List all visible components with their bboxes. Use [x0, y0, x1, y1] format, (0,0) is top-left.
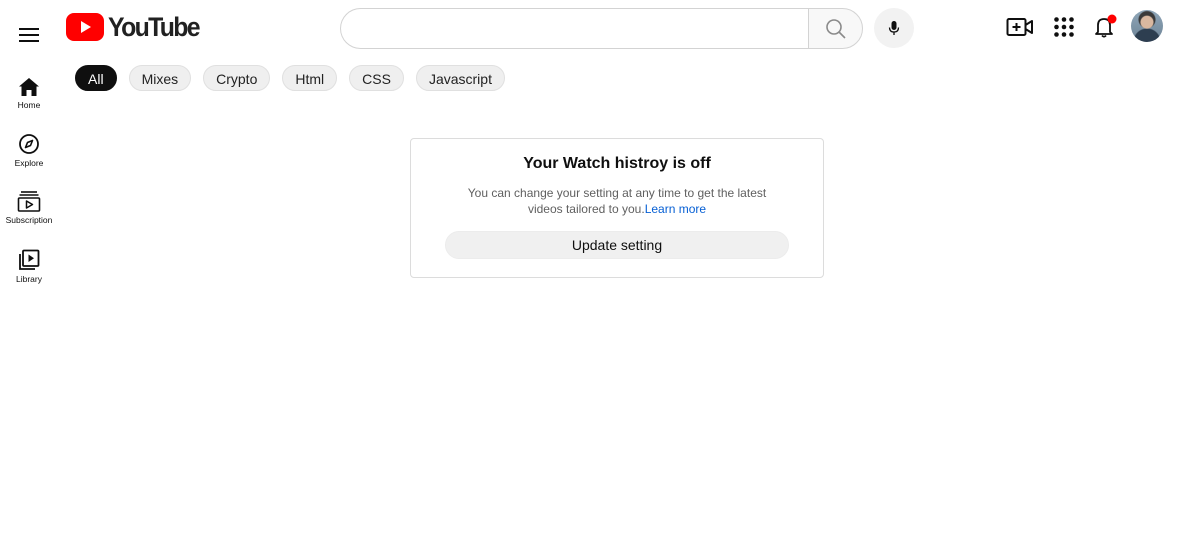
chip-crypto[interactable]: Crypto — [203, 65, 271, 91]
home-icon — [19, 78, 39, 96]
microphone-icon — [888, 21, 900, 35]
apps-button[interactable] — [1048, 12, 1080, 42]
card-title: Your Watch histroy is off — [523, 155, 711, 172]
watch-history-off-card: Your Watch histroy is off You can change… — [410, 138, 824, 278]
chip-html[interactable]: Html — [282, 65, 338, 91]
create-video-button[interactable] — [1004, 12, 1036, 42]
learn-more-link[interactable]: Learn more — [645, 202, 706, 216]
update-setting-button[interactable]: Update setting — [445, 231, 789, 259]
card-description-text: You can change your setting at any time … — [467, 186, 767, 216]
bell-icon — [1095, 14, 1117, 38]
chip-javascript[interactable]: Javascript — [415, 65, 505, 91]
apps-grid-icon — [1054, 17, 1074, 37]
video-camera-plus-icon — [1006, 18, 1033, 36]
logo-text: YouTube — [108, 11, 201, 42]
sidebar-item-label: Library — [16, 274, 42, 284]
subscriptions-icon — [17, 191, 41, 212]
chip-css[interactable]: CSS — [349, 65, 404, 91]
chip-all[interactable]: All — [75, 65, 117, 91]
search-button[interactable] — [808, 8, 863, 49]
youtube-play-icon — [66, 13, 104, 41]
youtube-logo[interactable]: YouTube — [66, 12, 207, 42]
chip-mixes[interactable]: Mixes — [128, 65, 192, 91]
compass-icon — [19, 134, 39, 154]
sidebar-item-subscription[interactable]: Subscription — [0, 190, 58, 225]
voice-search-button[interactable] — [874, 8, 914, 48]
sidebar-item-label: Explore — [14, 158, 44, 168]
notification-dot — [1107, 14, 1117, 24]
sidebar-item-label: Home — [17, 100, 41, 110]
library-icon — [19, 249, 40, 270]
sidebar-item-explore[interactable]: Explore — [0, 133, 58, 168]
notifications-button[interactable] — [1089, 12, 1121, 42]
avatar[interactable] — [1131, 10, 1163, 42]
search-icon — [825, 18, 846, 39]
sidebar-item-home[interactable]: Home — [0, 77, 58, 110]
search-input[interactable] — [340, 8, 808, 49]
sidebar-item-label: Subscription — [5, 215, 53, 225]
card-description: You can change your setting at any time … — [452, 185, 782, 217]
sidebar-item-library[interactable]: Library — [0, 249, 58, 284]
menu-button[interactable] — [15, 22, 43, 48]
filter-chips: All Mixes Crypto Html CSS Javascript — [75, 65, 505, 91]
hamburger-icon — [19, 28, 39, 42]
